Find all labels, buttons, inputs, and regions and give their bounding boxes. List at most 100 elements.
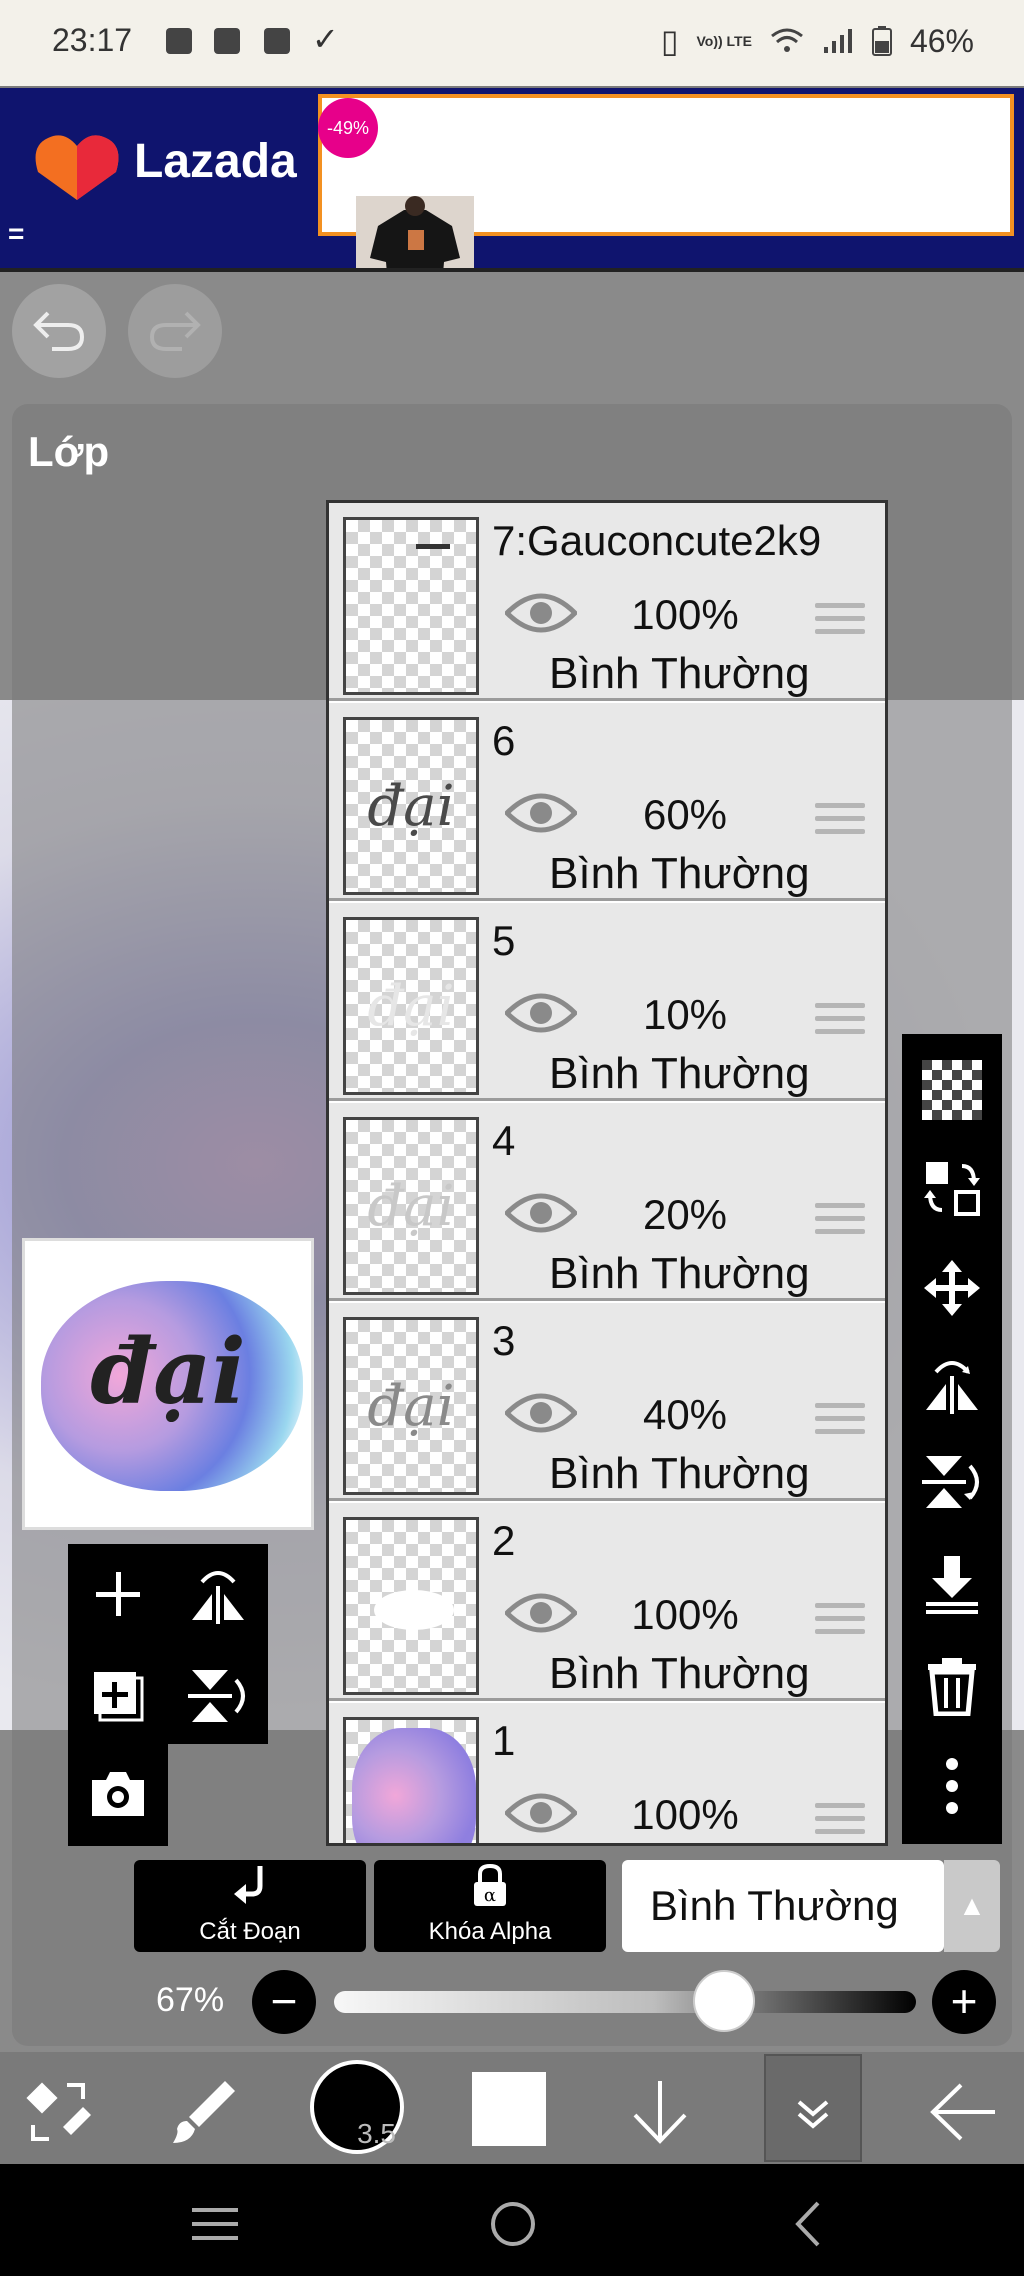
layer-row[interactable]: đại 4 20% Bình Thường <box>329 1103 885 1301</box>
color-swatch[interactable] <box>472 2072 546 2146</box>
opacity-plus-button[interactable]: + <box>932 1970 996 2034</box>
layer-thumbnail[interactable]: đại <box>343 717 479 895</box>
layer-thumbnail[interactable]: đại <box>343 1317 479 1495</box>
layer-name: 7:Gauconcute2k9 <box>492 517 822 564</box>
redo-button[interactable] <box>128 284 222 378</box>
visibility-eye-icon[interactable] <box>503 791 579 840</box>
back-arrow-icon[interactable] <box>924 2052 1004 2164</box>
double-chevron-down-icon <box>797 2100 829 2130</box>
flip-vertical-icon[interactable] <box>922 1452 982 1512</box>
visibility-eye-icon[interactable] <box>503 1191 579 1240</box>
visibility-eye-icon[interactable] <box>503 591 579 640</box>
layer-thumbnail[interactable] <box>343 1717 479 1843</box>
drag-handle-icon[interactable] <box>815 803 865 842</box>
visibility-eye-icon[interactable] <box>503 1391 579 1440</box>
drag-handle-icon[interactable] <box>815 603 865 642</box>
camera-icon[interactable] <box>88 1764 148 1824</box>
opacity-minus-button[interactable]: − <box>252 1970 316 2034</box>
layer-blend-mode[interactable]: Bình Thường <box>549 1249 810 1299</box>
arrow-down-icon[interactable] <box>620 2052 700 2164</box>
right-toolbar <box>902 1034 1002 1844</box>
download-done-icon: ✓ <box>312 21 339 57</box>
layer-opacity: 20% <box>642 1191 728 1238</box>
left-toolbar <box>68 1544 268 1744</box>
recent-apps-icon[interactable] <box>190 2164 240 2276</box>
layer-row[interactable]: 2 100% Bình Thường <box>329 1503 885 1701</box>
drag-handle-icon[interactable] <box>815 1803 865 1842</box>
layer-panel-button[interactable] <box>764 2054 862 2162</box>
blend-mode-dropdown-icon[interactable]: ▲ <box>944 1860 1000 1952</box>
clipping-icon <box>134 1864 366 1918</box>
opacity-value: 67% <box>156 1981 225 2019</box>
layer-opacity: 10% <box>642 991 728 1038</box>
layer-blend-mode[interactable]: Bình Thường <box>549 1049 810 1099</box>
drag-handle-icon[interactable] <box>815 1003 865 1042</box>
signal-icon <box>823 29 852 53</box>
battery-icon <box>871 26 892 56</box>
layer-opacity: 100% <box>631 591 739 638</box>
layer-thumbnail-text: đại <box>367 974 455 1039</box>
transform-tool-icon[interactable] <box>18 2052 98 2164</box>
layer-row[interactable]: đại 6 60% Bình Thường <box>329 703 885 901</box>
layer-row[interactable]: đại 5 10% Bình Thường <box>329 903 885 1101</box>
ad-banner[interactable]: Lazada = -49% <box>0 88 1024 312</box>
layer-blend-mode[interactable]: Bình Thường <box>549 649 810 699</box>
alpha-lock-button[interactable]: α Khóa Alpha <box>374 1860 606 1952</box>
visibility-eye-icon[interactable] <box>503 1591 579 1640</box>
opacity-slider[interactable] <box>334 1991 916 2013</box>
trash-icon[interactable] <box>922 1656 982 1717</box>
rotate-flip-icon[interactable] <box>188 1564 248 1624</box>
blend-mode-select[interactable]: Bình Thường <box>622 1860 944 1952</box>
flip-horizontal-icon[interactable] <box>922 1354 982 1414</box>
clipping-button[interactable]: Cắt Đoạn <box>134 1860 366 1952</box>
redo-icon <box>149 311 201 351</box>
ad-menu-icon[interactable]: = <box>8 218 24 250</box>
layer-row[interactable]: 7:Gauconcute2k9 100% Bình Thường <box>329 503 885 701</box>
layer-opacity: 100% <box>631 1791 739 1838</box>
layer-blend-mode[interactable]: Bình Thường <box>549 1649 810 1699</box>
drag-handle-icon[interactable] <box>815 1603 865 1642</box>
layer-list[interactable]: 7:Gauconcute2k9 100% Bình Thường đại 6 60% Bìn… <box>326 500 888 1846</box>
layer-thumbnail-text: đại <box>367 1374 455 1439</box>
vibrate-icon: ▯ <box>660 23 679 59</box>
duplicate-layer-icon[interactable] <box>88 1666 148 1726</box>
layer-name: 4 <box>492 1117 516 1164</box>
brush-size-indicator[interactable]: 3.5 <box>310 2060 404 2154</box>
layer-row[interactable]: 1100%Bình Thường <box>329 1703 885 1843</box>
layer-thumbnail[interactable] <box>343 517 479 695</box>
layer-blend-mode[interactable]: Bình Thường <box>549 1449 810 1499</box>
status-bar: 23:17 ✓ ▯ Vo)) LTE 46% <box>0 0 1024 86</box>
move-icon[interactable] <box>922 1258 982 1318</box>
left-toolbar-camera <box>68 1744 168 1846</box>
layer-opacity: 60% <box>642 791 728 838</box>
merge-down-icon[interactable] <box>922 1554 982 1614</box>
opacity-slider-handle[interactable] <box>692 1970 755 2032</box>
more-options-icon[interactable] <box>922 1756 982 1816</box>
home-icon[interactable] <box>488 2164 538 2276</box>
brush-tool-icon[interactable] <box>164 2052 244 2164</box>
lock-icon: α <box>374 1863 606 1918</box>
panel-title: Lớp <box>28 428 110 475</box>
discount-badge: -49% <box>318 98 378 158</box>
notification-square-icon <box>166 28 192 54</box>
clipping-label: Cắt Đoạn <box>199 1918 301 1945</box>
layer-thumbnail[interactable]: đại <box>343 917 479 1095</box>
layer-row[interactable]: đại 3 40% Bình Thường <box>329 1303 885 1501</box>
transparency-icon[interactable] <box>922 1060 982 1120</box>
undo-button[interactable] <box>12 284 106 378</box>
system-nav-bar <box>0 2164 1024 2276</box>
drag-handle-icon[interactable] <box>815 1403 865 1442</box>
visibility-eye-icon[interactable] <box>503 991 579 1040</box>
layer-thumbnail[interactable] <box>343 1517 479 1695</box>
layer-thumbnail[interactable]: đại <box>343 1117 479 1295</box>
flip-vertical-2-icon[interactable] <box>188 1666 248 1726</box>
back-icon[interactable] <box>788 2164 828 2276</box>
layer-name: 5 <box>492 917 516 964</box>
swap-layers-icon[interactable] <box>922 1158 982 1218</box>
notification-square-icon <box>214 28 240 54</box>
add-layer-icon[interactable] <box>88 1564 148 1624</box>
layer-blend-mode[interactable]: Bình Thường <box>549 849 810 899</box>
drag-handle-icon[interactable] <box>815 1203 865 1242</box>
visibility-eye-icon[interactable] <box>503 1791 579 1840</box>
canvas-preview[interactable]: đại <box>22 1238 314 1530</box>
